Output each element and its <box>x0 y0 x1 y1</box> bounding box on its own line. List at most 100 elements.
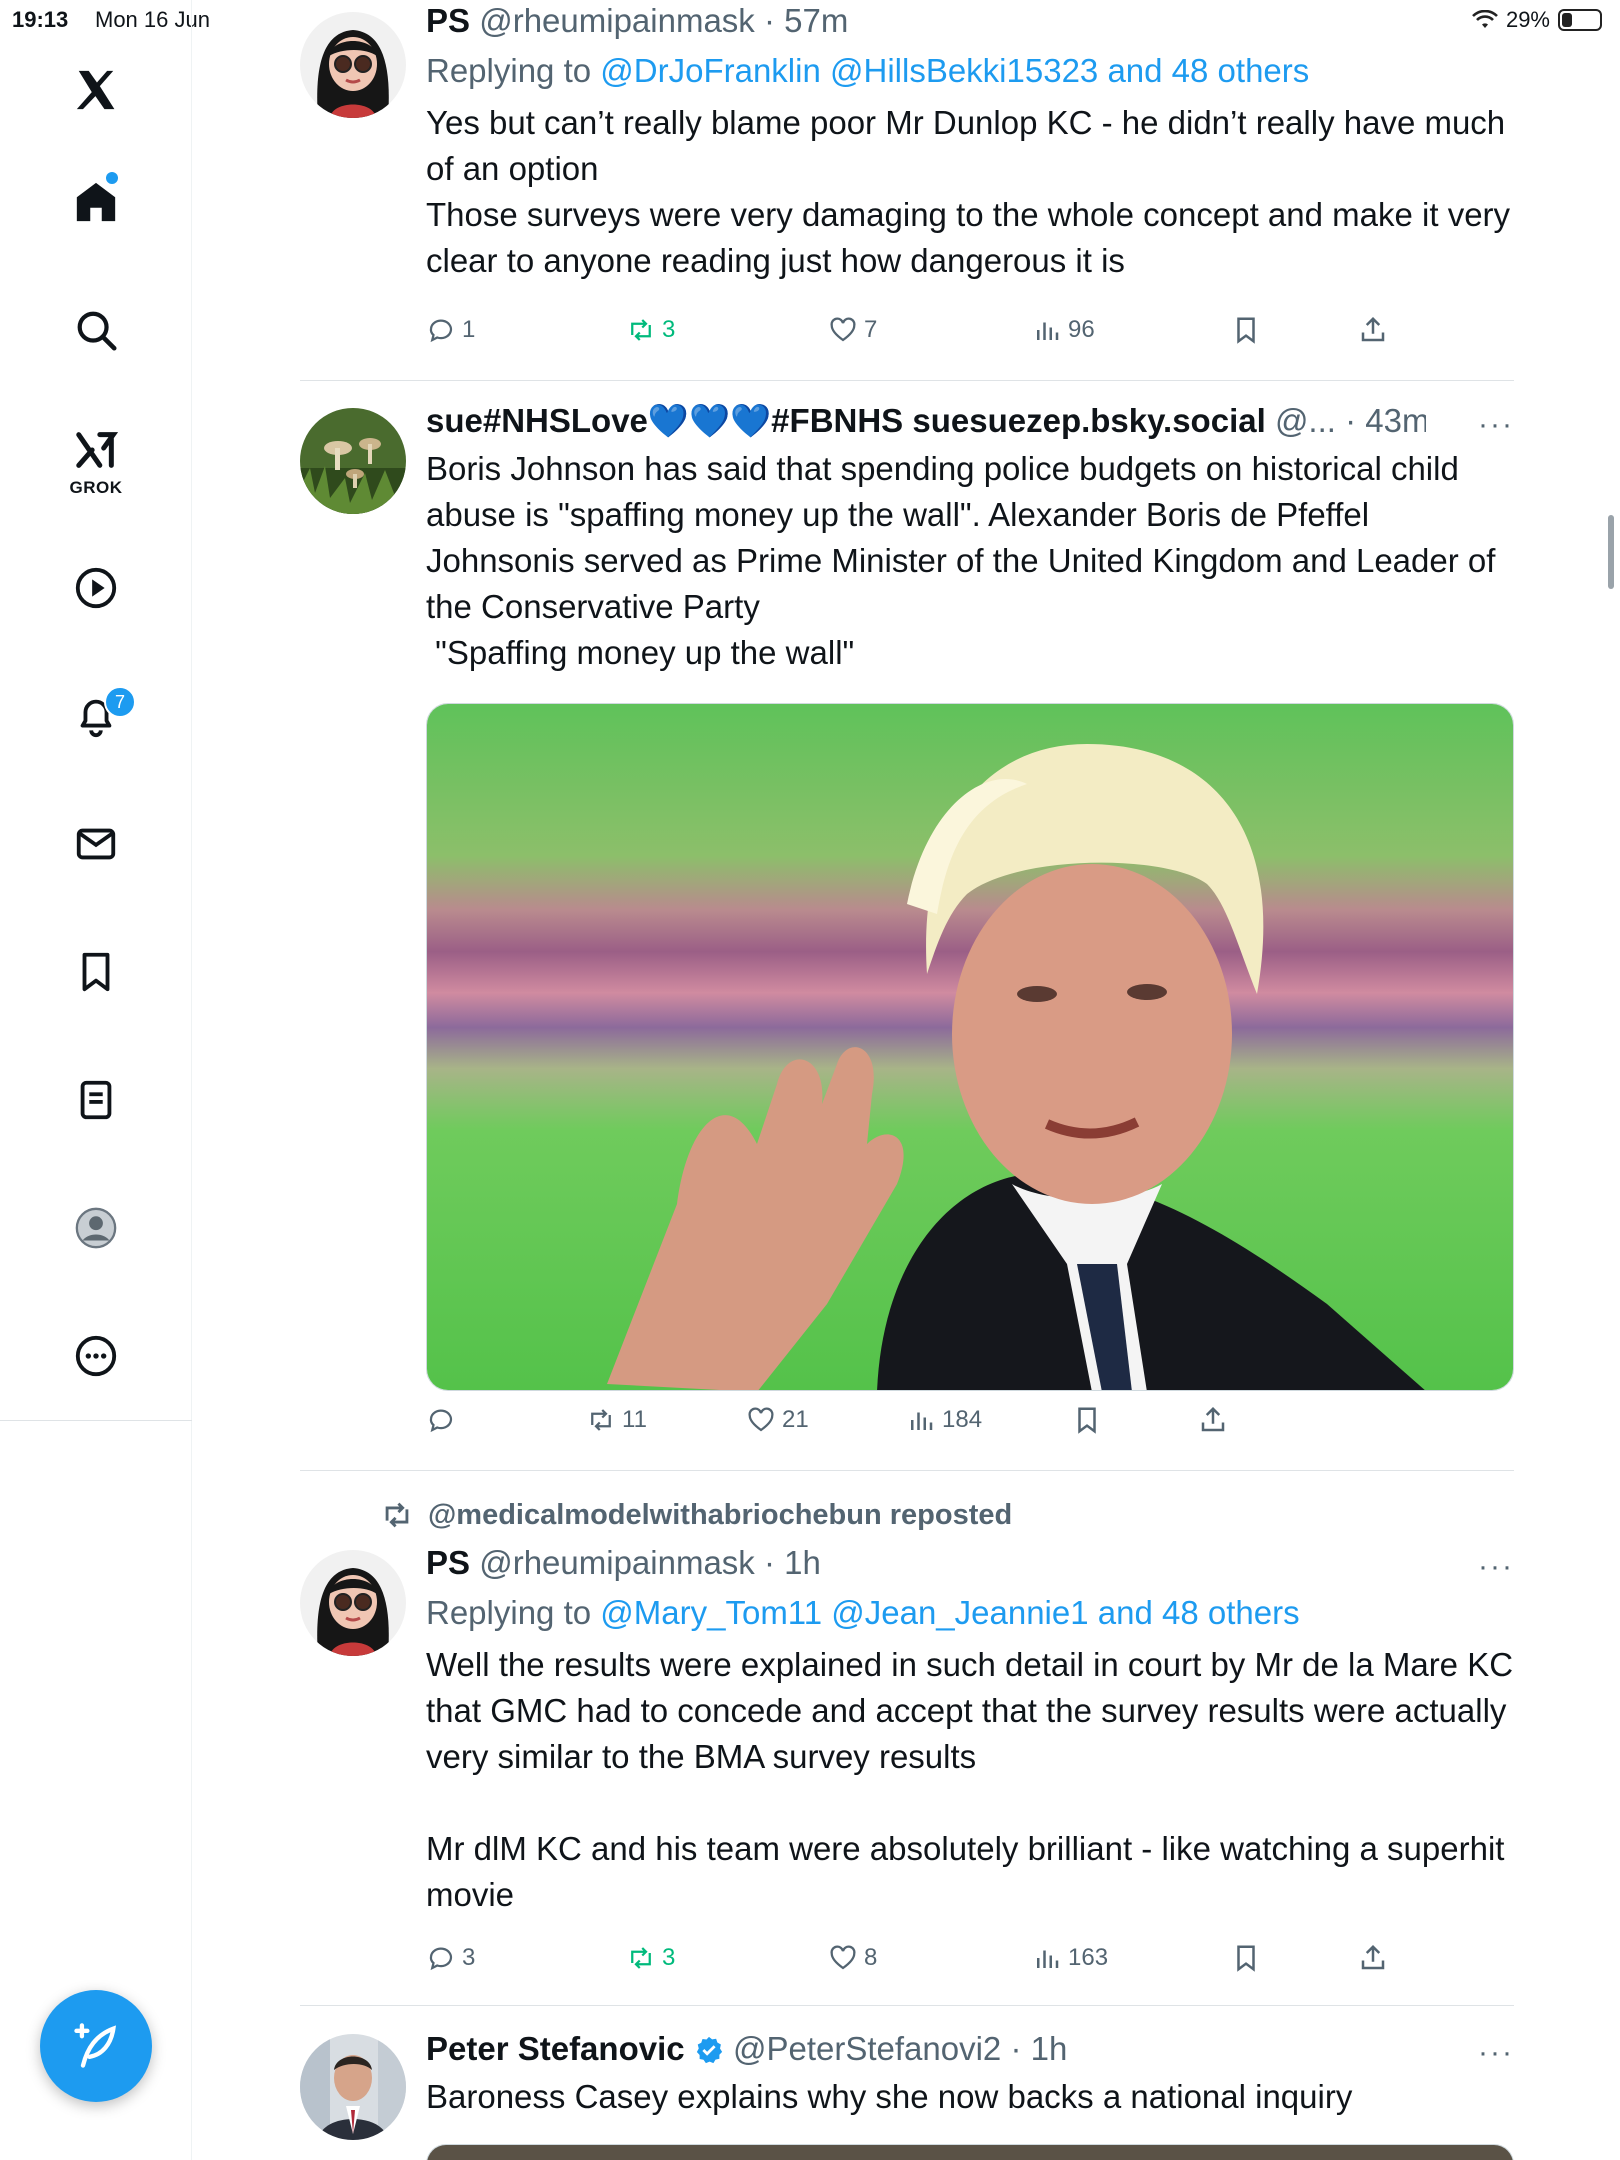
bookmark-icon <box>1237 317 1255 344</box>
dot-separator: · <box>1001 2030 1031 2067</box>
like-button[interactable]: 21 <box>746 1405 809 1435</box>
like-button[interactable]: 7 <box>828 315 877 345</box>
bookmark-button[interactable] <box>1231 315 1261 345</box>
repost-icon <box>591 1409 611 1431</box>
views-chart-icon <box>1037 322 1059 340</box>
post-video-thumbnail[interactable] <box>426 2144 1514 2160</box>
post-time[interactable]: 57m <box>784 2 848 39</box>
video-play-icon[interactable] <box>66 558 126 618</box>
x-logo-icon[interactable] <box>66 60 126 120</box>
reply-button[interactable]: 3 <box>426 1943 475 1973</box>
heart-icon <box>830 317 856 342</box>
author-name[interactable]: PS <box>426 1544 470 1581</box>
repost-label[interactable]: @medicalmodelwithabriochebun reposted <box>380 1498 1012 1532</box>
author-handle[interactable]: @rheumipainmask <box>479 1544 755 1581</box>
avatar[interactable] <box>300 2034 406 2140</box>
views-button[interactable]: 96 <box>1032 315 1095 345</box>
repost-button[interactable]: 3 <box>626 1943 675 1973</box>
battery-fill <box>1562 13 1573 27</box>
views-button[interactable]: 163 <box>1032 1943 1108 1973</box>
bookmark-icon <box>1078 1407 1096 1434</box>
bookmark-button[interactable] <box>1231 1943 1261 1973</box>
bookmark-button[interactable] <box>1072 1405 1102 1435</box>
replying-to: Replying to @Mary_Tom11 @Jean_Jeannie1 a… <box>426 1594 1514 1632</box>
avatar[interactable] <box>300 12 406 118</box>
more-options-icon[interactable] <box>66 1326 126 1386</box>
views-count: 96 <box>1068 316 1095 343</box>
repost-label-text: @medicalmodelwithabriochebun reposted <box>428 1498 1013 1531</box>
replying-to-users[interactable]: @Mary_Tom11 @Jean_Jeannie1 and 48 others <box>600 1594 1299 1631</box>
post-header: PS @rheumipainmask · 57m <box>426 2 1514 46</box>
dot-separator: · <box>754 2 785 39</box>
author-name[interactable]: Peter Stefanovic <box>426 2030 685 2067</box>
replying-to-prefix: Replying to <box>426 1594 592 1631</box>
post-4[interactable]: Peter Stefanovic @PeterStefanovi2 · 1h ·… <box>300 2028 1514 2160</box>
author-handle[interactable]: @rheumipainmask <box>479 2 755 39</box>
author-handle[interactable]: @PeterStefanovi2 <box>733 2030 1001 2067</box>
repost-count: 3 <box>662 1944 676 1971</box>
share-button[interactable] <box>1358 1943 1388 1973</box>
post-time[interactable]: 1h <box>784 1544 821 1581</box>
like-count: 8 <box>864 1944 878 1971</box>
replying-to-users[interactable]: @DrJoFranklin @HillsBekki15323 and 48 ot… <box>600 52 1309 89</box>
post-header: Peter Stefanovic @PeterStefanovi2 · 1h <box>426 2030 1514 2074</box>
share-icon <box>1361 316 1385 342</box>
reply-icon <box>429 319 453 343</box>
author-name[interactable]: sue#NHSLove💙💙💙#FBNHS suesuezep.bsky.soci… <box>426 402 1266 439</box>
reply-icon <box>429 1409 453 1433</box>
search-icon[interactable] <box>66 300 126 360</box>
share-button[interactable] <box>1358 315 1388 345</box>
post-text: Boris Johnson has said that spending pol… <box>426 450 1496 671</box>
repost-icon <box>385 1502 409 1528</box>
notifications-badge: 7 <box>104 686 136 718</box>
repost-icon <box>631 1947 651 1969</box>
avatar[interactable] <box>300 408 406 514</box>
repost-count: 11 <box>622 1406 647 1433</box>
repost-button[interactable]: 11 <box>586 1405 647 1435</box>
post-2[interactable]: sue#NHSLove💙💙💙#FBNHS suesuezep.bsky.soci… <box>300 400 1514 1460</box>
share-icon <box>1201 1406 1225 1432</box>
reply-count: 1 <box>462 316 476 343</box>
share-icon <box>1361 1944 1385 1970</box>
more-options-button[interactable]: ··· <box>1478 2036 1514 2070</box>
lists-icon[interactable] <box>66 1070 126 1130</box>
like-button[interactable]: 8 <box>828 1943 877 1973</box>
repost-button[interactable]: 3 <box>626 315 675 345</box>
bookmarks-icon[interactable] <box>66 942 126 1002</box>
post-1[interactable]: PS @rheumipainmask · 57m Replying to @Dr… <box>300 0 1514 370</box>
post-time[interactable]: 1h <box>1031 2030 1068 2067</box>
more-options-button[interactable]: ··· <box>1478 1550 1514 1584</box>
compose-post-button[interactable] <box>40 1990 152 2102</box>
views-chart-icon <box>911 1412 933 1430</box>
heart-icon <box>830 1945 856 1970</box>
bookmark-icon <box>1237 1945 1255 1972</box>
dot-separator: · <box>754 1544 785 1581</box>
reply-button[interactable]: 1 <box>426 315 475 345</box>
views-chart-icon <box>1037 1950 1059 1968</box>
post-divider <box>300 1470 1514 1471</box>
replying-to: Replying to @DrJoFranklin @HillsBekki153… <box>426 52 1514 90</box>
avatar[interactable] <box>300 1550 406 1656</box>
post-image[interactable] <box>426 703 1514 1391</box>
profile-avatar-icon[interactable] <box>66 1198 126 1258</box>
post-text: Yes but can’t really blame poor Mr Dunlo… <box>426 104 1511 279</box>
post-divider <box>300 2005 1514 2006</box>
grok-icon[interactable] <box>66 420 126 480</box>
messages-mail-icon[interactable] <box>66 814 126 874</box>
sidebar: GROK 7 <box>0 0 192 2160</box>
home-unread-dot <box>106 172 118 184</box>
like-count: 21 <box>782 1406 809 1433</box>
author-handle[interactable]: @... <box>1275 402 1336 439</box>
author-name[interactable]: PS <box>426 2 470 39</box>
views-count: 163 <box>1068 1944 1109 1971</box>
views-button[interactable]: 184 <box>906 1405 982 1435</box>
repost-icon <box>631 319 651 341</box>
post-time[interactable]: 43m <box>1365 402 1426 439</box>
feed-scrollbar[interactable] <box>1608 515 1614 589</box>
more-options-button[interactable]: ··· <box>1478 408 1514 442</box>
repost-count: 3 <box>662 316 676 343</box>
share-button[interactable] <box>1198 1405 1228 1435</box>
post-3[interactable]: @medicalmodelwithabriochebun reposted PS… <box>300 1496 1514 1976</box>
post-text: Well the results were explained in such … <box>426 1646 1514 1913</box>
reply-button[interactable] <box>426 1405 462 1435</box>
